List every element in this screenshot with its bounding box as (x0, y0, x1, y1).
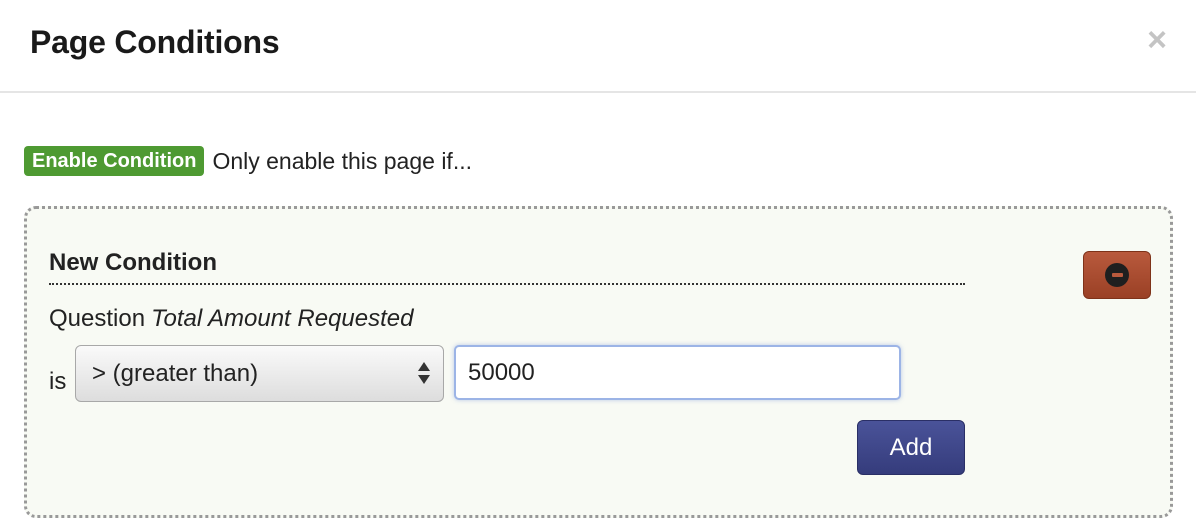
enable-condition-row: Enable Condition Only enable this page i… (24, 145, 472, 177)
remove-condition-button[interactable] (1083, 251, 1151, 299)
question-line: Question Total Amount Requested (49, 305, 413, 333)
condition-value-input[interactable] (454, 345, 901, 400)
add-button[interactable]: Add (857, 420, 965, 475)
select-arrows-icon (417, 360, 431, 388)
minus-circle-icon (1105, 263, 1129, 287)
close-icon[interactable]: × (1144, 22, 1170, 58)
enable-condition-badge: Enable Condition (24, 146, 205, 176)
page-conditions-modal: Page Conditions × Enable Condition Only … (0, 0, 1196, 526)
is-label: is (49, 368, 67, 395)
modal-header: Page Conditions × (0, 0, 1196, 93)
enable-condition-text: Only enable this page if... (212, 147, 472, 174)
question-prefix: Question (49, 305, 146, 332)
question-name: Total Amount Requested (151, 305, 414, 332)
operator-select[interactable]: > (greater than) (75, 345, 444, 402)
condition-title: New Condition (49, 249, 965, 285)
condition-box: New Condition Question Total Amount Reque… (24, 206, 1173, 518)
operator-selected-value: > (greater than) (92, 359, 259, 387)
modal-title: Page Conditions (30, 24, 280, 60)
